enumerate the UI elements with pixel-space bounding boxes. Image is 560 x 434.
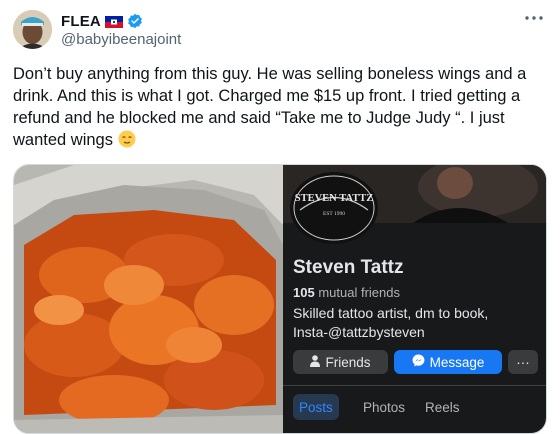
wings-photo[interactable] — [14, 165, 283, 433]
profile-name: Steven Tattz — [293, 257, 404, 278]
person-icon — [310, 354, 321, 370]
profile-bio: Skilled tattoo artist, dm to book, Insta… — [293, 304, 533, 342]
facebook-profile-screenshot: STEVEN TATTZ EST 1990 Steven Tattz 105 m… — [283, 165, 546, 433]
tweet-media[interactable]: STEVEN TATTZ EST 1990 Steven Tattz 105 m… — [13, 164, 547, 434]
tabs-divider — [283, 385, 546, 386]
tweet-text: Don’t buy anything from this guy. He was… — [13, 63, 538, 151]
author-name-row: FLEA — [61, 11, 143, 31]
mutual-friends[interactable]: 105 mutual friends — [293, 285, 400, 300]
profile-more-button[interactable]: ··· — [508, 350, 538, 374]
tab-photos[interactable]: Photos — [357, 394, 411, 420]
relieved-face-icon — [118, 130, 136, 148]
logo-text: STEVEN TATTZ — [295, 193, 374, 204]
more-options-icon[interactable] — [522, 8, 546, 28]
tab-posts[interactable]: Posts — [293, 394, 339, 420]
author-handle[interactable]: @babyibeenajoint — [61, 31, 181, 48]
tweet-body: Don’t buy anything from this guy. He was… — [13, 65, 527, 149]
friends-button-label: Friends — [325, 354, 371, 370]
message-button-label: Message — [429, 354, 485, 370]
logo-subtext: EST 1990 — [323, 211, 345, 217]
author-display-name[interactable]: FLEA — [61, 13, 101, 30]
tab-reels[interactable]: Reels — [419, 394, 466, 420]
profile-logo[interactable]: STEVEN TATTZ EST 1990 — [288, 170, 380, 246]
message-button[interactable]: Message — [394, 350, 502, 374]
bio-line-2: Insta-@tattzbysteven — [293, 324, 425, 340]
author-avatar[interactable] — [13, 10, 52, 49]
bio-line-1: Skilled tattoo artist, dm to book, — [293, 305, 489, 321]
mutual-friends-count: 105 — [293, 285, 315, 300]
mutual-friends-label: mutual friends — [318, 285, 400, 300]
haiti-flag-icon — [104, 15, 123, 28]
friends-button[interactable]: Friends — [293, 350, 388, 374]
verified-badge-icon — [127, 13, 143, 29]
messenger-icon — [412, 354, 425, 370]
